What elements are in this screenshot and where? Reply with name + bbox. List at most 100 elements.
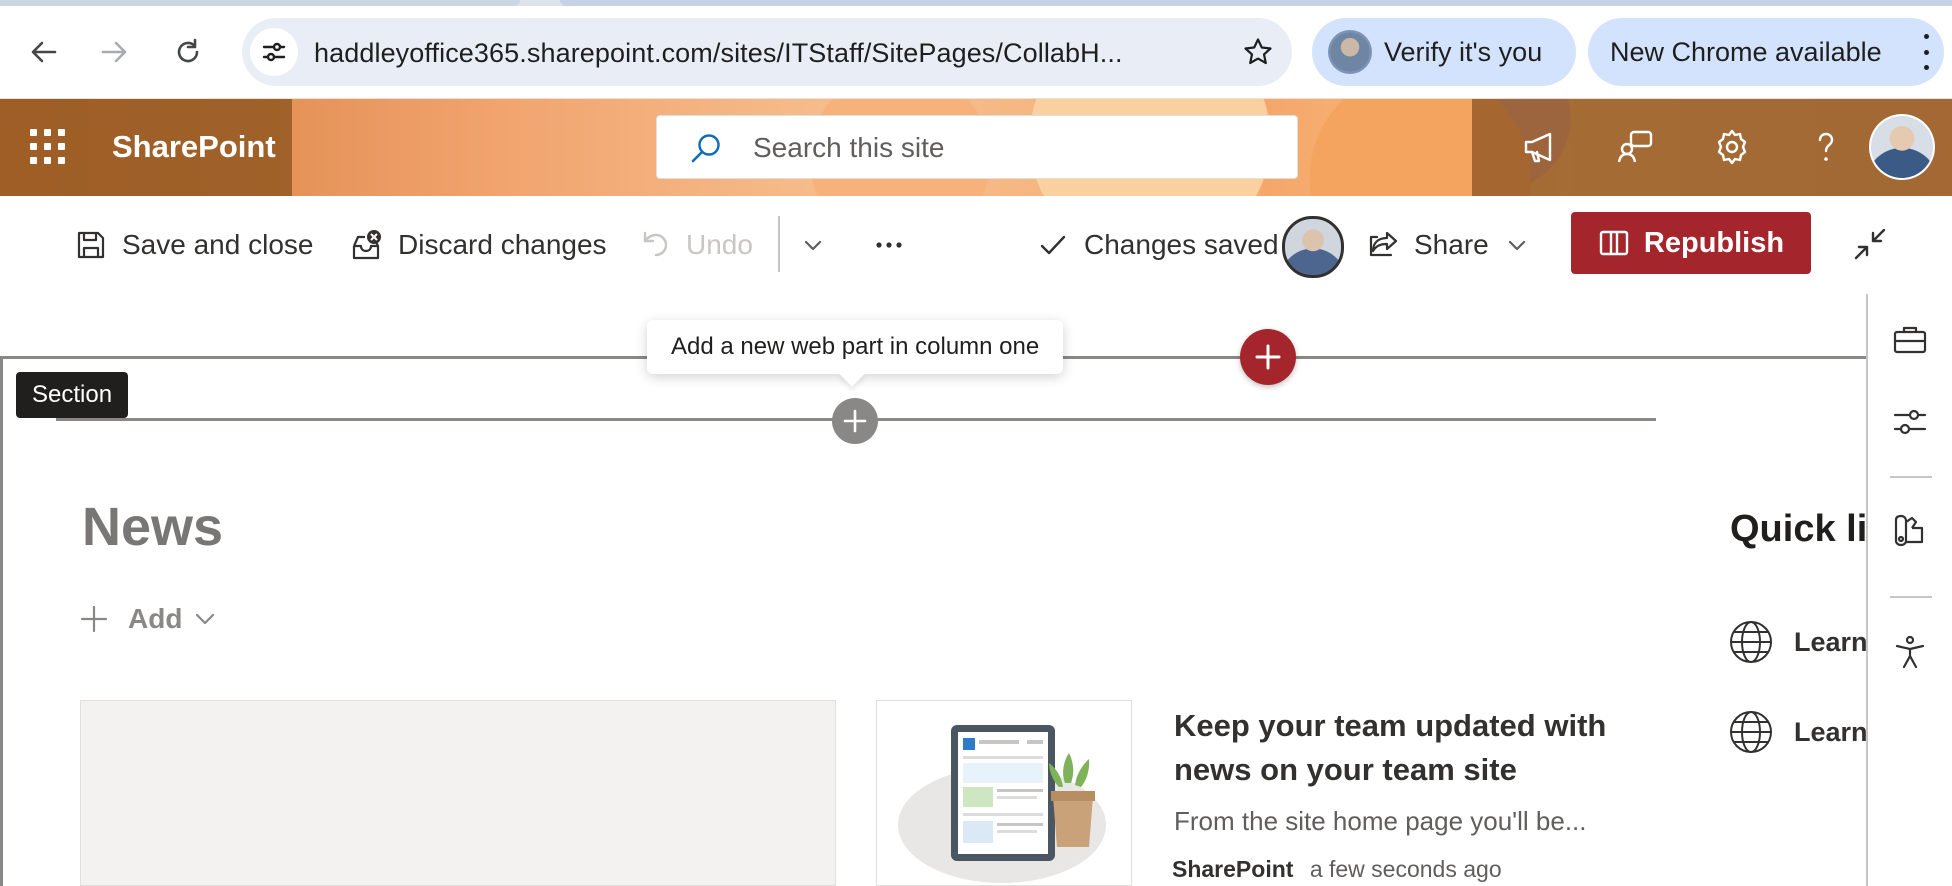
add-news-label: Add xyxy=(128,603,183,634)
share-button[interactable]: Share xyxy=(1366,222,1489,268)
news-thumbnail[interactable] xyxy=(876,700,1132,886)
book-open-icon xyxy=(1598,227,1630,259)
quick-link-item[interactable]: Learn xyxy=(1728,618,1866,666)
globe-icon xyxy=(1728,709,1774,755)
help-icon[interactable] xyxy=(1806,127,1846,167)
brand-name[interactable]: SharePoint xyxy=(112,129,276,165)
site-search-box[interactable] xyxy=(656,115,1298,179)
rail-divider xyxy=(1890,476,1932,478)
kebab-menu-icon[interactable] xyxy=(1920,34,1932,70)
feedback-icon[interactable] xyxy=(1616,127,1656,167)
back-arrow-icon xyxy=(31,41,57,63)
tooltip-text: Add a new web part in column one xyxy=(671,333,1040,360)
add-news-button[interactable]: Add xyxy=(80,599,218,639)
save-status-label: Changes saved xyxy=(1084,229,1279,260)
search-input[interactable] xyxy=(751,128,1275,168)
add-webpart-button[interactable] xyxy=(832,398,878,444)
verify-identity-button[interactable]: Verify it's you xyxy=(1312,18,1576,86)
waffle-icon[interactable] xyxy=(30,129,66,165)
more-options-button[interactable] xyxy=(872,222,920,268)
reload-icon xyxy=(177,38,199,63)
quick-link-item[interactable]: Learn xyxy=(1728,708,1866,756)
suite-header: SharePoint xyxy=(0,99,1952,196)
page-command-bar: Save and close Discard changes Undo Chan… xyxy=(0,196,1952,294)
forward-arrow-icon xyxy=(101,41,127,63)
plus-icon xyxy=(843,409,867,433)
sliders-icon xyxy=(1893,409,1927,435)
chevron-down-icon xyxy=(192,606,218,632)
save-and-close-label: Save and close xyxy=(122,229,314,260)
quick-link-label: Learn xyxy=(1794,716,1866,747)
checkmark-icon xyxy=(1036,228,1070,262)
toolbox-button[interactable] xyxy=(1888,318,1932,362)
update-label: New Chrome available xyxy=(1610,36,1882,67)
collapse-button[interactable] xyxy=(1848,222,1892,266)
share-options-dropdown[interactable] xyxy=(1500,222,1548,268)
command-divider xyxy=(778,216,780,272)
quick-links-title[interactable]: Quick li xyxy=(1730,508,1866,551)
briefcase-icon xyxy=(1893,326,1927,354)
tooltip-beak xyxy=(839,361,865,387)
discard-icon xyxy=(350,228,384,262)
account-avatar[interactable] xyxy=(1871,116,1933,178)
forward-button[interactable] xyxy=(96,34,132,70)
news-timestamp: a few seconds ago xyxy=(1309,856,1502,882)
back-button[interactable] xyxy=(26,34,62,70)
undo-label: Undo xyxy=(686,229,753,260)
undo-icon xyxy=(638,228,672,262)
editor-avatar[interactable] xyxy=(1282,216,1344,278)
discard-changes-label: Discard changes xyxy=(398,229,607,260)
save-and-close-button[interactable]: Save and close xyxy=(74,222,313,268)
add-webpart-tooltip: Add a new web part in column one xyxy=(647,320,1064,387)
chrome-update-button[interactable]: New Chrome available xyxy=(1588,18,1944,86)
url-text[interactable]: haddleyoffice365.sharepoint.com/sites/IT… xyxy=(314,38,1123,69)
tune-icon xyxy=(262,42,286,62)
news-webpart-title[interactable]: News xyxy=(82,496,223,558)
page-canvas: Section Add a new web part in column one… xyxy=(0,294,1866,886)
megaphone-icon[interactable] xyxy=(1520,127,1560,167)
add-section-button[interactable] xyxy=(1240,329,1296,385)
plus-icon xyxy=(80,605,108,633)
star-icon xyxy=(1244,38,1272,65)
news-source: SharePoint xyxy=(1172,856,1294,882)
profile-avatar xyxy=(1330,32,1370,72)
accessibility-button[interactable] xyxy=(1888,630,1932,674)
more-dots-icon xyxy=(872,228,906,262)
tablet-illustration xyxy=(898,725,1106,883)
plus-icon xyxy=(1255,344,1281,370)
news-meta: SharePoint a few seconds ago xyxy=(1172,856,1502,883)
globe-icon xyxy=(1728,619,1774,665)
section-label[interactable]: Section xyxy=(16,372,129,418)
suite-left-panel: SharePoint xyxy=(0,99,292,196)
news-description: From the site home page you'll be... xyxy=(1174,806,1587,836)
republish-label: Republish xyxy=(1643,226,1785,259)
undo-options-dropdown[interactable] xyxy=(796,222,844,268)
address-bar[interactable]: haddleyoffice365.sharepoint.com/sites/IT… xyxy=(242,18,1292,86)
undo-button[interactable]: Undo xyxy=(638,222,753,268)
design-ideas-button[interactable] xyxy=(1888,508,1932,552)
collapse-arrows-icon xyxy=(1854,228,1886,260)
section-border-left xyxy=(0,356,3,886)
discard-changes-button[interactable]: Discard changes xyxy=(350,222,607,268)
accessibility-icon xyxy=(1895,635,1925,669)
properties-button[interactable] xyxy=(1888,400,1932,444)
toolbox-rail xyxy=(1866,294,1952,886)
save-status: Changes saved xyxy=(1036,222,1279,268)
share-label: Share xyxy=(1414,229,1489,260)
reload-button[interactable] xyxy=(170,34,206,70)
browser-toolbar: haddleyoffice365.sharepoint.com/sites/IT… xyxy=(0,6,1952,99)
save-icon xyxy=(74,228,108,262)
verify-label: Verify it's you xyxy=(1384,36,1543,67)
share-icon xyxy=(1366,228,1400,262)
rail-divider xyxy=(1890,596,1932,598)
news-hero-placeholder xyxy=(80,700,836,886)
gear-icon[interactable] xyxy=(1712,127,1752,167)
bookmark-button[interactable] xyxy=(1240,34,1276,70)
news-headline[interactable]: Keep your team updated with news on your… xyxy=(1174,704,1644,792)
quick-links-webpart: Quick li Learn Learn xyxy=(1700,464,1866,886)
republish-button[interactable]: Republish xyxy=(1571,212,1811,274)
chevron-down-icon xyxy=(1500,228,1534,262)
design-ideas-icon xyxy=(1894,514,1924,547)
quick-link-label: Learn xyxy=(1794,626,1866,657)
site-info-button[interactable] xyxy=(250,28,298,76)
